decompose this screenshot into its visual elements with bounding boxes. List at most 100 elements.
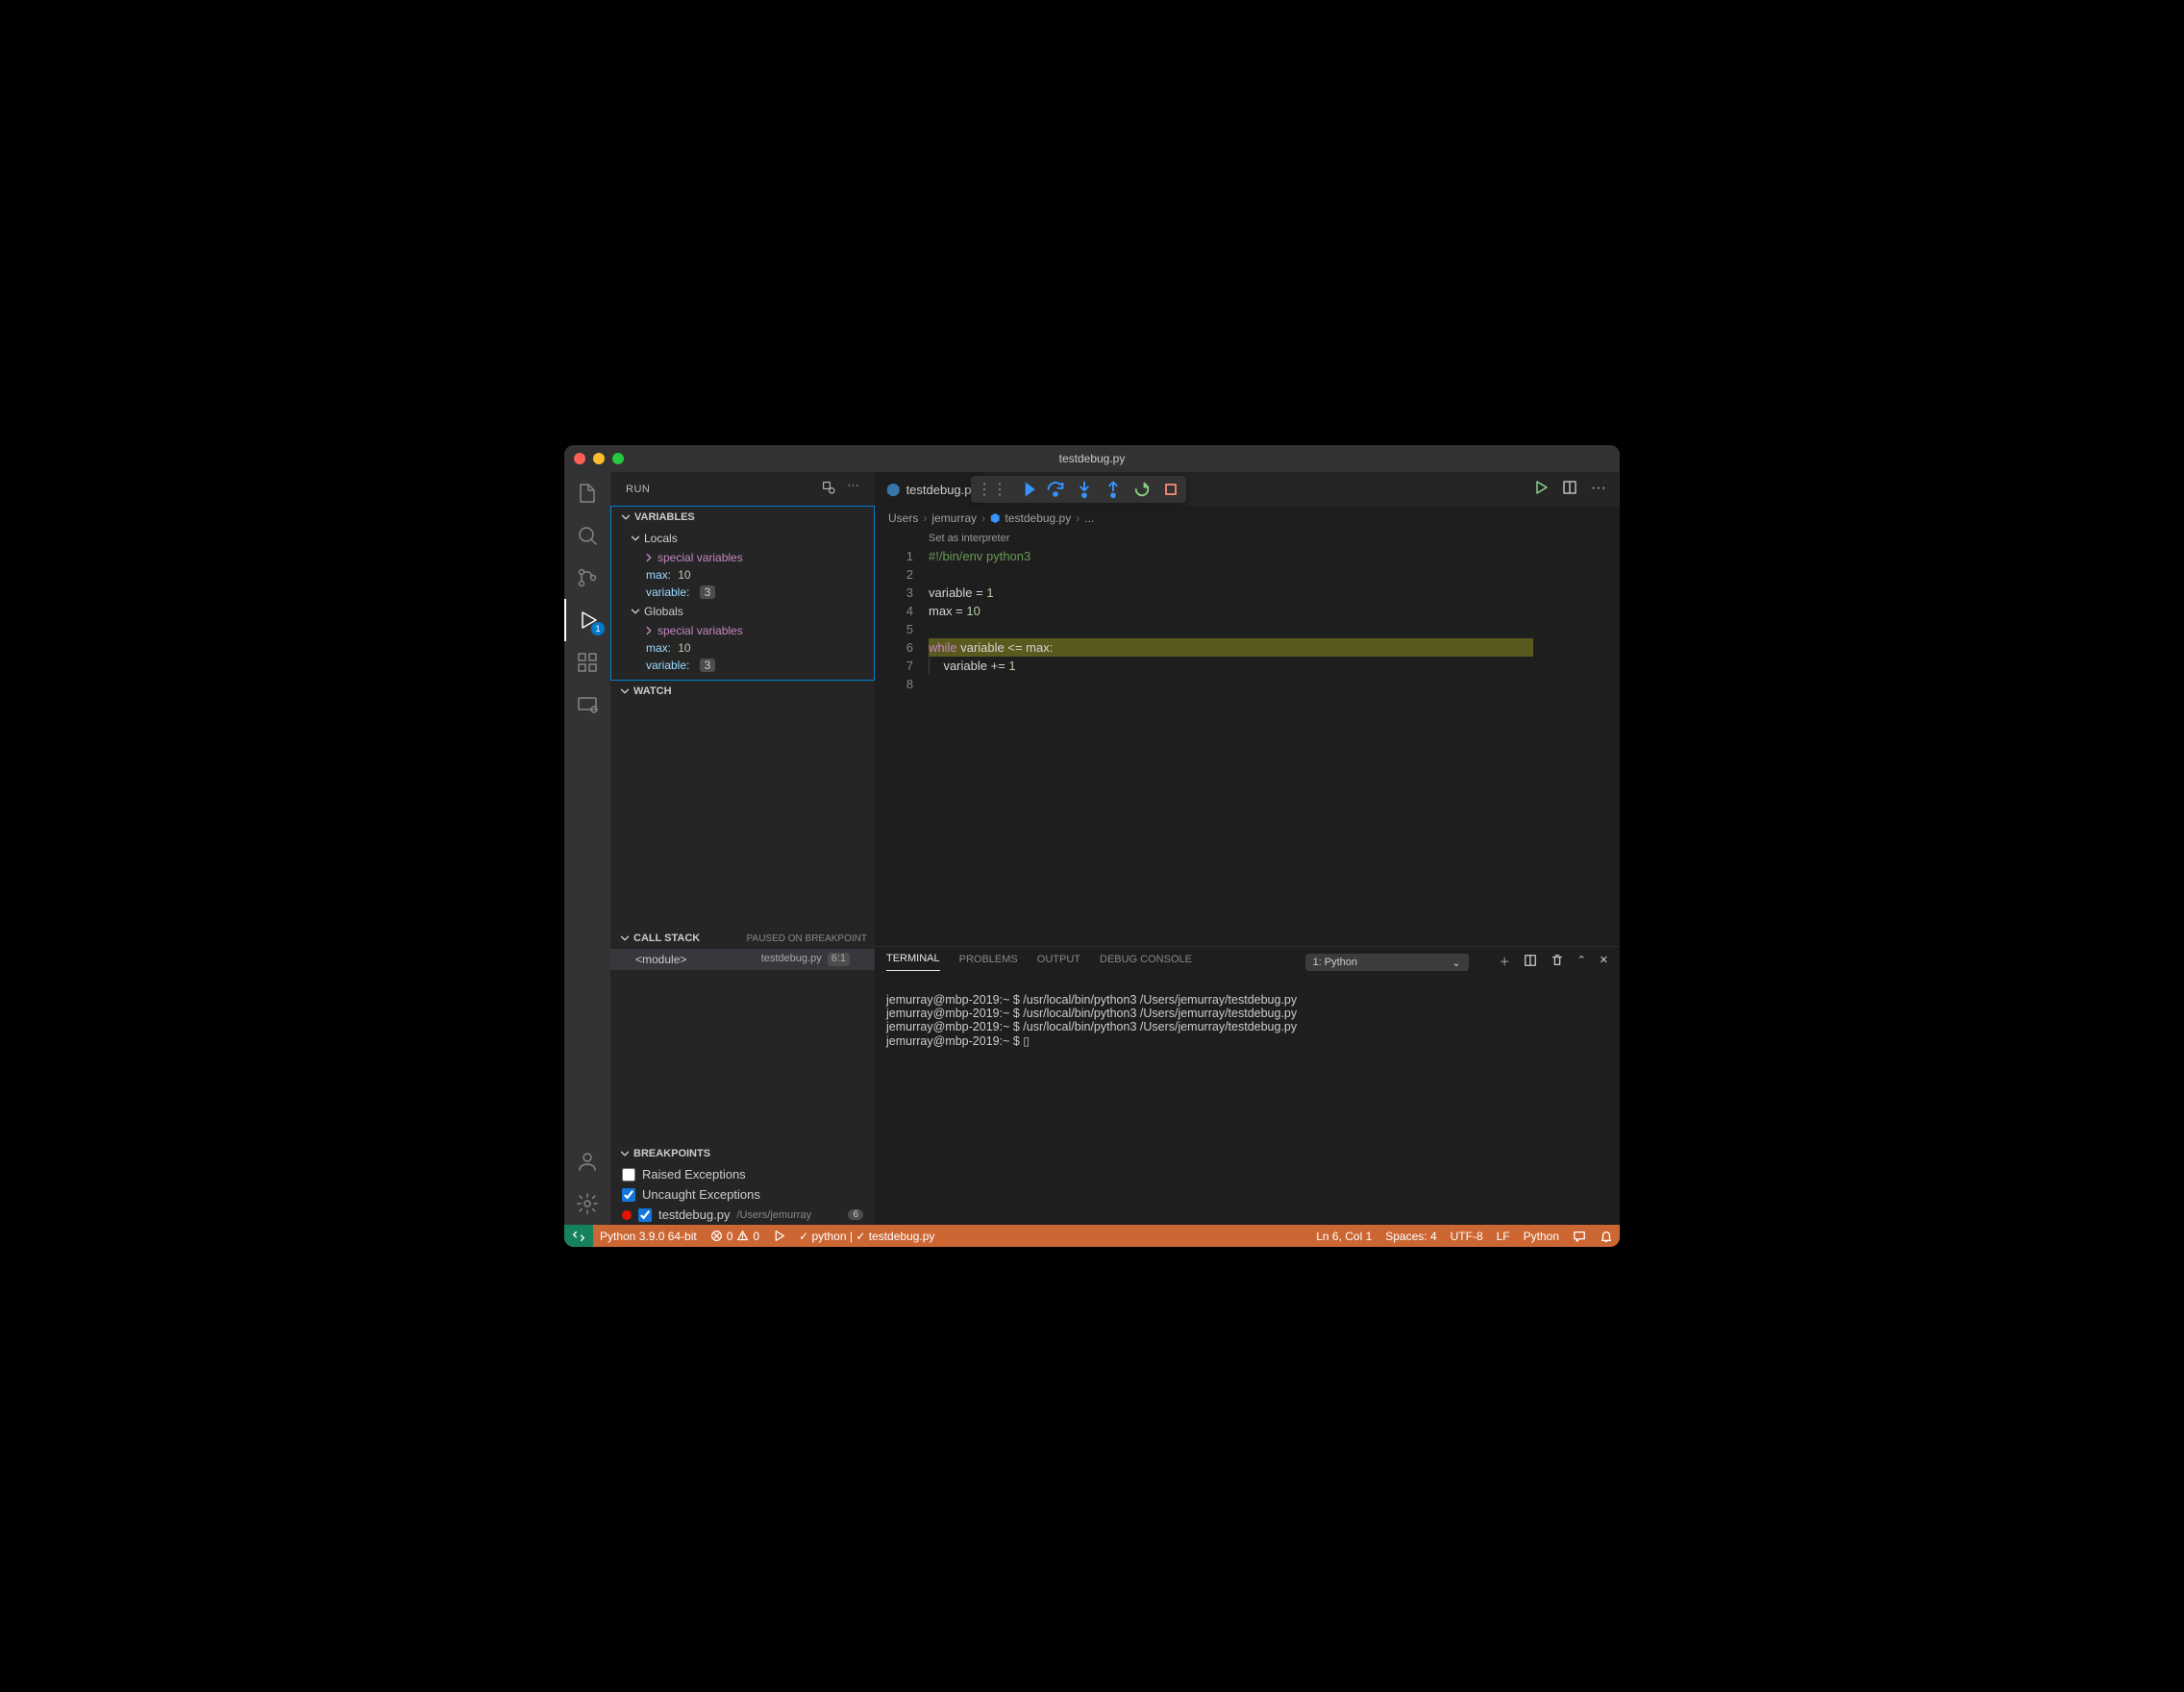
tab-debug-console[interactable]: DEBUG CONSOLE	[1100, 954, 1192, 971]
settings-icon[interactable]	[564, 1182, 610, 1225]
text-editor[interactable]: 12345678 Set as interpreter #!/bin/env p…	[875, 530, 1620, 946]
split-icon[interactable]	[1562, 480, 1577, 500]
tab-bar: ⬤ testdebug.p ⋮⋮ ···	[875, 472, 1620, 507]
variable-max[interactable]: max: 10	[611, 566, 874, 584]
bp-uncaught-exceptions[interactable]: Uncaught Exceptions	[610, 1184, 875, 1205]
variables-section: VARIABLES Locals special variables max: …	[610, 506, 875, 681]
callstack-frame[interactable]: <module> testdebug.py6:1	[610, 949, 875, 970]
bottom-panel: TERMINAL PROBLEMS OUTPUT DEBUG CONSOLE 1…	[875, 946, 1620, 1225]
scope-locals[interactable]: Locals	[611, 528, 874, 549]
terminal-select[interactable]: 1: Python⌄	[1305, 954, 1469, 971]
debug-badge: 1	[591, 622, 605, 635]
window-title: testdebug.py	[1059, 452, 1126, 465]
debug-toolbar[interactable]: ⋮⋮	[971, 476, 1186, 503]
python-icon: ⬢	[990, 511, 1000, 525]
language-mode[interactable]: Python	[1517, 1230, 1566, 1243]
breakpoints-header[interactable]: BREAKPOINTS	[610, 1143, 875, 1164]
scope-globals[interactable]: Globals	[611, 601, 874, 622]
current-line-icon	[875, 638, 876, 650]
title-bar[interactable]: testdebug.py	[564, 445, 1620, 472]
breakpoint-icon	[622, 1210, 632, 1220]
vscode-window: testdebug.py 1 RUN ···	[564, 445, 1620, 1247]
chevron-up-icon[interactable]: ⌃	[1577, 954, 1586, 970]
step-over-icon[interactable]	[1046, 480, 1065, 499]
bp-raised-exceptions[interactable]: Raised Exceptions	[610, 1164, 875, 1184]
special-variables-globals[interactable]: special variables	[611, 622, 874, 639]
chevron-right-icon	[642, 551, 656, 564]
chevron-down-icon	[629, 532, 642, 545]
sidebar-title: RUN ···	[610, 472, 875, 506]
chevron-down-icon	[618, 1147, 632, 1160]
zoom-icon[interactable]	[612, 453, 624, 464]
activity-bar: 1	[564, 472, 610, 1225]
stop-icon[interactable]	[1161, 480, 1180, 499]
minimize-icon[interactable]	[593, 453, 605, 464]
panel-tabs: TERMINAL PROBLEMS OUTPUT DEBUG CONSOLE 1…	[875, 947, 1620, 971]
tab-testdebug[interactable]: ⬤ testdebug.p	[875, 472, 984, 507]
minimap[interactable]	[1533, 530, 1620, 946]
search-icon[interactable]	[564, 514, 610, 557]
restart-icon[interactable]	[1132, 480, 1152, 499]
eol[interactable]: LF	[1490, 1230, 1517, 1243]
callstack-status: PAUSED ON BREAKPOINT	[747, 933, 867, 944]
terminal[interactable]: jemurray@mbp-2019:~ $ /usr/local/bin/pyt…	[875, 971, 1620, 1225]
checkbox[interactable]	[622, 1188, 635, 1202]
python-version[interactable]: Python 3.9.0 64-bit	[593, 1225, 704, 1247]
grip-icon[interactable]: ⋮⋮	[977, 480, 1007, 499]
special-variables[interactable]: special variables	[611, 549, 874, 566]
chevron-down-icon	[629, 605, 642, 618]
debug-config-icon[interactable]	[821, 480, 836, 498]
problems-status[interactable]: 00	[704, 1225, 766, 1247]
debug-sidebar: RUN ··· VARIABLES Locals special variabl…	[610, 472, 875, 1225]
chevron-down-icon	[618, 932, 632, 945]
chevron-right-icon	[642, 624, 656, 637]
more-icon[interactable]: ···	[848, 480, 860, 498]
continue-icon[interactable]	[1017, 480, 1036, 499]
step-into-icon[interactable]	[1075, 480, 1094, 499]
run-icon[interactable]	[1533, 480, 1549, 500]
tab-terminal[interactable]: TERMINAL	[886, 953, 940, 971]
encoding[interactable]: UTF-8	[1444, 1230, 1490, 1243]
tab-problems[interactable]: PROBLEMS	[959, 954, 1018, 971]
chevron-down-icon	[618, 684, 632, 698]
tab-output[interactable]: OUTPUT	[1037, 954, 1080, 971]
close-icon[interactable]: ✕	[1600, 954, 1608, 970]
line-gutter: 12345678	[881, 530, 929, 946]
indentation[interactable]: Spaces: 4	[1378, 1230, 1443, 1243]
chevron-down-icon	[619, 510, 633, 524]
status-bar: Python 3.9.0 64-bit 00 ✓ python | ✓ test…	[564, 1225, 1620, 1247]
codelens[interactable]: Set as interpreter	[929, 530, 1533, 547]
chevron-down-icon: ⌄	[1452, 957, 1460, 969]
watch-header[interactable]: WATCH	[610, 681, 875, 702]
remote-icon[interactable]	[564, 684, 610, 726]
bp-file[interactable]: testdebug.py/Users/jemurray6	[610, 1205, 875, 1225]
checkbox[interactable]	[638, 1208, 652, 1222]
callstack-header[interactable]: CALL STACK PAUSED ON BREAKPOINT	[610, 928, 875, 949]
extensions-icon[interactable]	[564, 641, 610, 684]
test-status[interactable]: ✓ python | ✓ testdebug.py	[792, 1225, 941, 1247]
checkbox[interactable]	[622, 1168, 635, 1182]
breadcrumb[interactable]: Users› jemurray› ⬢testdebug.py› ...	[875, 507, 1620, 530]
window-controls	[574, 453, 624, 464]
explorer-icon[interactable]	[564, 472, 610, 514]
split-terminal-icon[interactable]	[1524, 954, 1537, 970]
variable-max-g[interactable]: max: 10	[611, 639, 874, 657]
cursor-position[interactable]: Ln 6, Col 1	[1309, 1230, 1378, 1243]
close-icon[interactable]	[574, 453, 585, 464]
python-icon: ⬤	[886, 482, 901, 497]
variable-variable-g[interactable]: variable: 3	[611, 657, 874, 674]
editor-group: ⬤ testdebug.p ⋮⋮ ···	[875, 472, 1620, 1225]
more-icon[interactable]: ···	[1591, 480, 1606, 500]
account-icon[interactable]	[564, 1140, 610, 1182]
remote-indicator[interactable]	[564, 1225, 593, 1247]
variable-variable[interactable]: variable: 3	[611, 584, 874, 601]
source-control-icon[interactable]	[564, 557, 610, 599]
debug-status[interactable]	[766, 1225, 792, 1247]
feedback-icon[interactable]	[1566, 1230, 1593, 1243]
new-terminal-icon[interactable]: ＋	[1500, 954, 1510, 970]
step-out-icon[interactable]	[1104, 480, 1123, 499]
trash-icon[interactable]	[1551, 954, 1564, 970]
run-debug-icon[interactable]: 1	[564, 599, 610, 641]
bell-icon[interactable]	[1593, 1230, 1620, 1243]
variables-header[interactable]: VARIABLES	[611, 507, 874, 528]
